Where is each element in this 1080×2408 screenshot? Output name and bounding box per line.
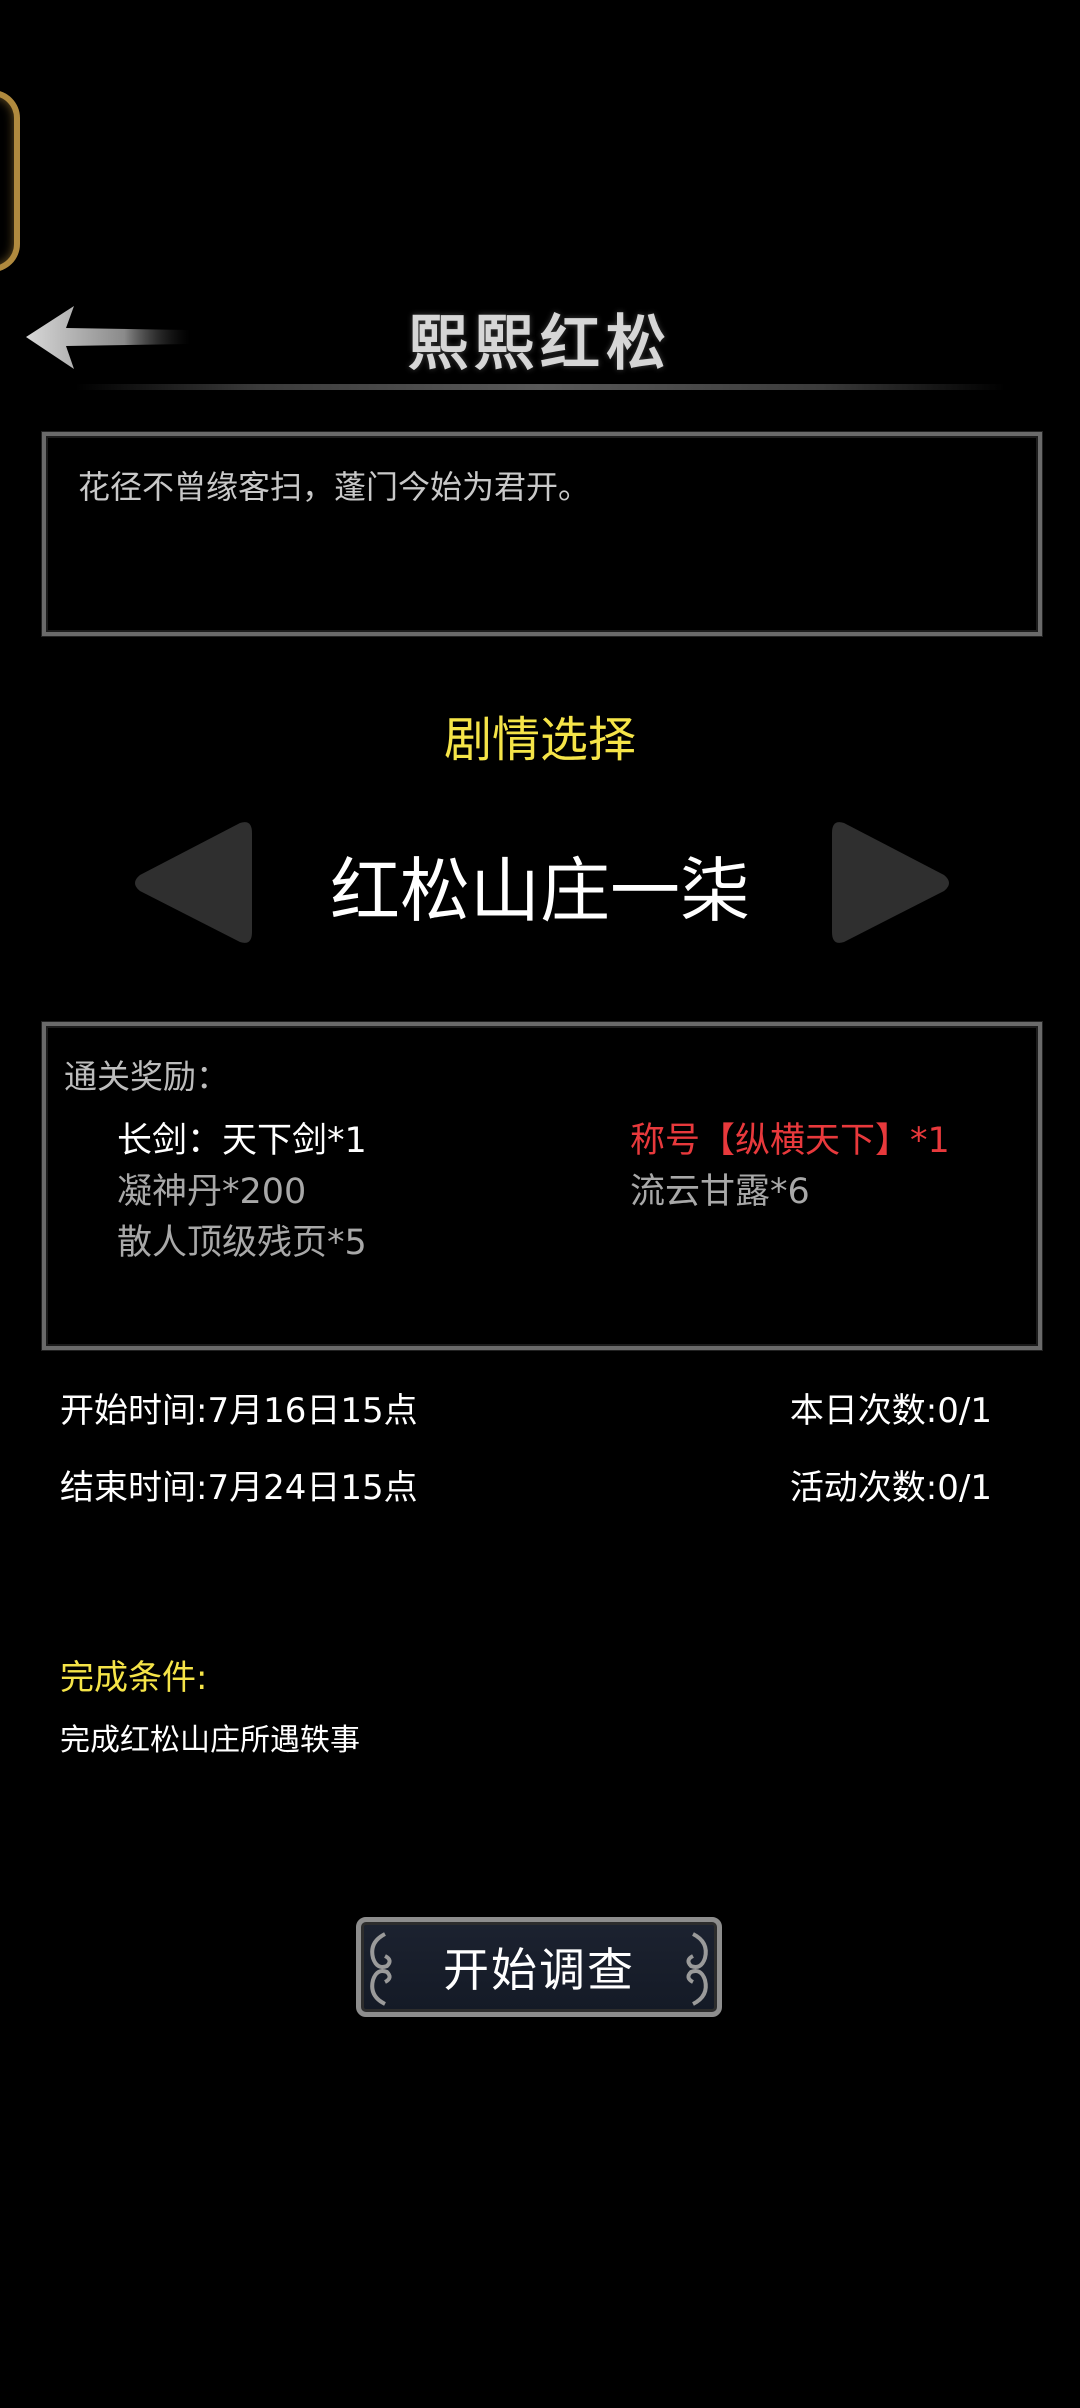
title-divider (75, 384, 1005, 390)
event-count: 活动次数:0/1 (789, 1468, 992, 1508)
reward-title: 通关奖励： (64, 1057, 229, 1096)
arrow-left-icon (135, 822, 252, 943)
condition-text: 完成红松山庄所遇轶事 (60, 1723, 360, 1758)
scroll-ornament-icon (686, 1932, 708, 2006)
end-time: 结束时间:7月24日15点 (60, 1468, 418, 1508)
start-investigation-button[interactable]: 开始调查 (356, 1917, 722, 2017)
scroll-ornament-icon (370, 1932, 392, 2006)
page-title: 熙熙红松 (408, 309, 672, 379)
reward-item-page: 散人顶级残页*5 (117, 1223, 367, 1263)
prev-plot-button[interactable] (128, 815, 256, 950)
reward-item-dew: 流云甘露*6 (630, 1172, 810, 1212)
reward-item-pill: 凝神丹*200 (117, 1172, 307, 1212)
reward-item-sword: 长剑：天下剑*1 (117, 1121, 367, 1161)
plot-name: 红松山庄一柒 (330, 850, 750, 932)
start-time: 开始时间:7月16日15点 (60, 1391, 418, 1431)
arrow-right-icon (832, 822, 949, 943)
description-text: 花径不曾缘客扫，蓬门今始为君开。 (78, 468, 591, 506)
condition-label: 完成条件: (60, 1658, 208, 1698)
start-button-label: 开始调查 (443, 1943, 635, 1997)
next-plot-button[interactable] (828, 815, 956, 950)
reward-item-title: 称号【纵横天下】*1 (630, 1121, 950, 1161)
corner-frame-decoration (0, 90, 20, 272)
plot-select-label: 剧情选择 (443, 712, 636, 768)
today-count: 本日次数:0/1 (789, 1391, 992, 1431)
